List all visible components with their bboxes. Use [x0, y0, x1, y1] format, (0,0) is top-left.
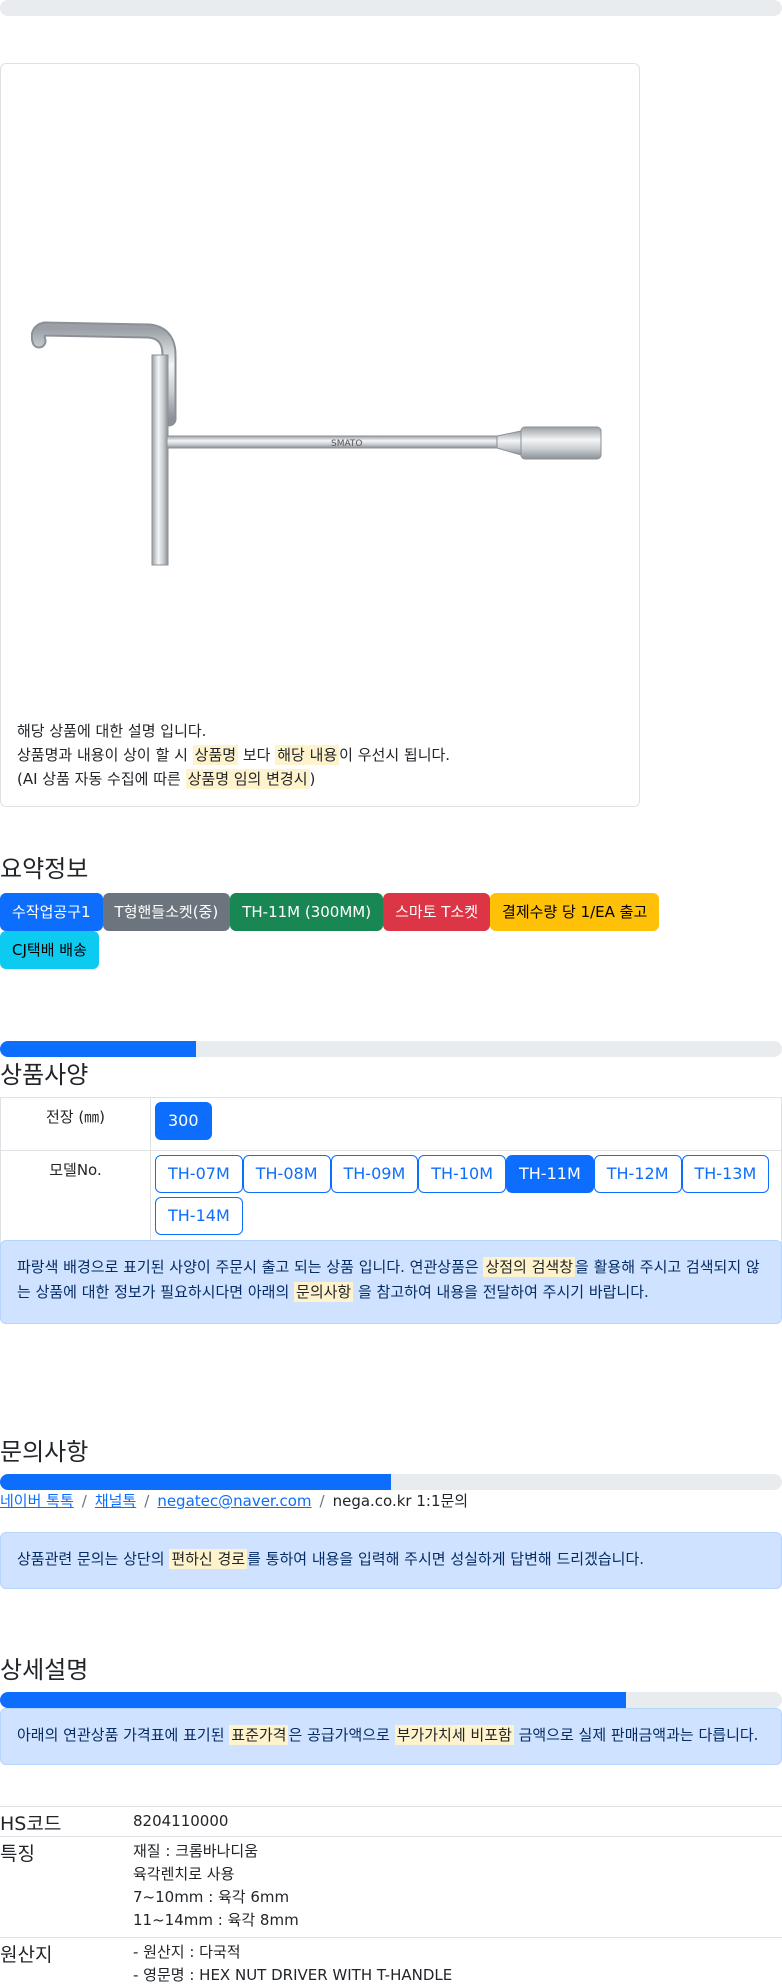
top-progress-bar	[0, 0, 782, 16]
inquiry-progress-bar	[0, 1474, 782, 1490]
detail-notice: 아래의 연관상품 가격표에 표기된 표준가격 은 공급가액으로 부가가치세 비포함…	[0, 1708, 782, 1765]
spec-title: 상품사양	[0, 1061, 89, 1089]
spec-option-button[interactable]: TH-07M	[155, 1155, 243, 1193]
inquiry-progress-fill	[0, 1474, 391, 1490]
spec-option-button[interactable]: TH-14M	[155, 1197, 243, 1235]
product-image: SMATO	[31, 321, 602, 566]
separator: /	[319, 1492, 325, 1510]
summary-badges: 수작업공구1 T형핸들소켓(중) TH-11M (300MM) 스마토 T소켓 결제수량…	[0, 893, 700, 969]
channel-talk-link[interactable]: 채널톡	[95, 1492, 136, 1510]
detail-progress-bar	[0, 1692, 782, 1708]
spec-row-model: 모델No. TH-07M TH-08M TH-09M TH-10M TH-11M TH-1…	[0, 1150, 782, 1246]
detail-key: HS코드	[0, 1813, 62, 1835]
desc-line-1: 해당 상품에 대한 설명 입니다.	[17, 722, 207, 740]
spec-notice: 파랑색 배경으로 표기된 사양이 주문시 출고 되는 상품 입니다. 연관상품은…	[0, 1240, 782, 1324]
spec-options-model: TH-07M TH-08M TH-09M TH-10M TH-11M TH-12M TH-1…	[150, 1150, 782, 1246]
spec-option-button[interactable]: TH-10M	[418, 1155, 506, 1193]
separator: /	[81, 1492, 87, 1510]
detail-value: 8204110000	[133, 1812, 229, 1830]
detail-row-hscode: HS코드 8204110000	[0, 1806, 782, 1836]
desc-line-2: 상품명과 내용이 상이 할 시 상품명 보다 해당 내용 이 우선시 됩니다.	[17, 745, 451, 765]
highlight-inquiry: 문의사항	[294, 1282, 354, 1302]
spec-progress-bar	[0, 1041, 782, 1057]
spec-option-button[interactable]: TH-12M	[593, 1155, 682, 1193]
spec-option-button[interactable]: TH-13M	[681, 1155, 770, 1193]
highlight-standard-price: 표준가격	[229, 1725, 289, 1745]
detail-key: 원산지	[0, 1944, 53, 1966]
detail-title: 상세설명	[0, 1656, 89, 1684]
summary-badge: 결제수량 당 1/EA 출고	[490, 893, 660, 931]
highlight-vat-excluded: 부가가치세 비포함	[394, 1725, 514, 1745]
naver-talk-link[interactable]: 네이버 톡톡	[0, 1492, 74, 1510]
summary-title: 요약정보	[0, 855, 89, 883]
highlight-name-change: 상품명 임의 변경시	[185, 769, 310, 789]
spec-option-button[interactable]: TH-09M	[330, 1155, 419, 1193]
inquiry-notice: 상품관련 문의는 상단의 편하신 경로 를 통하여 내용을 입력해 주시면 성실하…	[0, 1532, 782, 1589]
desc-line-3: (AI 상품 자동 수집에 따른 상품명 임의 변경시)	[17, 769, 316, 789]
spec-options-length: 300	[150, 1097, 782, 1151]
detail-key: 특징	[0, 1843, 35, 1865]
detail-value: 재질 : 크롬바나디움 육각렌치로 사용 7~10mm : 육각 6mm 11~…	[133, 1842, 299, 1929]
highlight-product-name: 상품명	[192, 745, 239, 765]
highlight-search-box: 상점의 검색창	[483, 1257, 576, 1277]
spec-option-button[interactable]: 300	[155, 1102, 212, 1140]
spec-label-length: 전장 (㎜)	[0, 1097, 151, 1151]
detail-value: - 원산지 : 다국적 - 영문명 : HEX NUT DRIVER WITH …	[133, 1943, 453, 1984]
product-card: SMATO 해당 상품에 대한 설명 입니다. 상품명과 내용이 상이 할 시 …	[0, 63, 640, 807]
spec-table: 전장 (㎜) 300 모델No. TH-07M TH-08M TH-09M TH-10…	[0, 1097, 782, 1246]
summary-badge: CJ택배 배송	[0, 931, 99, 969]
summary-badge: 스마토 T소켓	[383, 893, 491, 931]
product-brand-mark: SMATO	[331, 439, 363, 449]
spec-option-button[interactable]: TH-11M	[506, 1155, 594, 1193]
summary-badge: T형핸들소켓(중)	[102, 893, 231, 931]
email-link[interactable]: negatec@naver.com	[157, 1492, 311, 1510]
highlight-content: 해당 내용	[275, 745, 340, 765]
product-description: 해당 상품에 대한 설명 입니다. 상품명과 내용이 상이 할 시 상품명 보다…	[17, 719, 450, 791]
inquiry-title: 문의사항	[0, 1438, 89, 1466]
inquiry-channels: 네이버 톡톡 / 채널톡 / negatec@naver.com / nega.co.kr …	[0, 1490, 468, 1511]
site-inquiry-text: nega.co.kr 1:1문의	[332, 1492, 469, 1510]
spec-row-length: 전장 (㎜) 300	[0, 1097, 782, 1151]
detail-row-features: 특징 재질 : 크롬바나디움 육각렌치로 사용 7~10mm : 육각 6mm …	[0, 1836, 782, 1937]
detail-row-origin: 원산지 - 원산지 : 다국적 - 영문명 : HEX NUT DRIVER W…	[0, 1937, 782, 1985]
detail-progress-fill	[0, 1692, 626, 1708]
summary-badge: 수작업공구1	[0, 893, 103, 931]
highlight-convenient-route: 편하신 경로	[169, 1549, 248, 1569]
separator: /	[144, 1492, 150, 1510]
summary-badge: TH-11M (300MM)	[230, 893, 384, 931]
spec-label-model: 모델No.	[0, 1150, 151, 1246]
spec-option-button[interactable]: TH-08M	[242, 1155, 331, 1193]
